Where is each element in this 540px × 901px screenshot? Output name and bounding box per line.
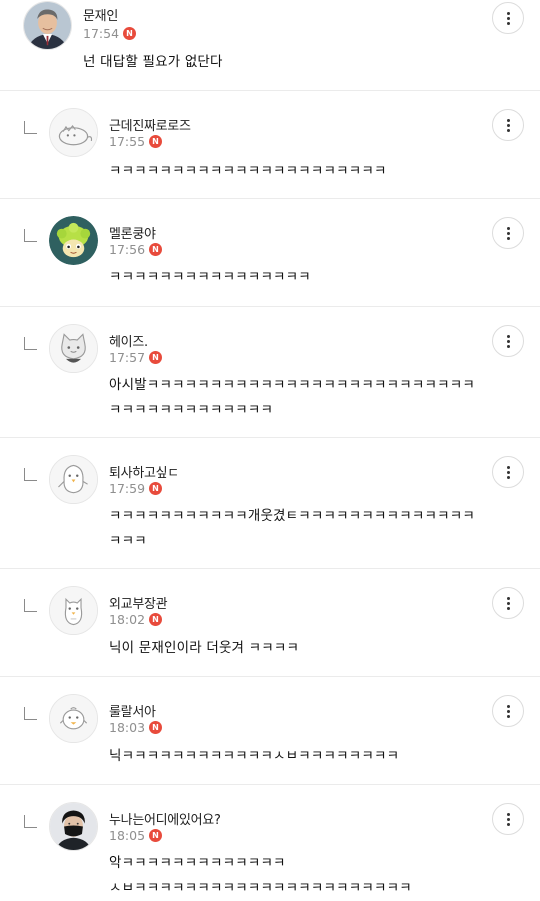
comment-nickname[interactable]: 누나는어디에있어요? [109,809,221,828]
comment-nickname[interactable]: 근데진짜로로즈 [109,115,191,134]
comment-time: 17:59 [109,481,146,496]
comment-time: 18:03 [109,720,146,735]
comment-item: 룰랄서아 18:03 N 닉ㅋㅋㅋㅋㅋㅋㅋㅋㅋㅋㅋㅋㅅㅂㅋㅋㅋㅋㅋㅋㅋㅋ [0,677,540,785]
reply-arrow-icon [24,815,37,828]
avatar[interactable] [49,802,98,851]
gray-penguin-icon [50,456,97,503]
comment-nickname[interactable]: 멜론쿵야 [109,223,156,242]
more-options-button[interactable] [492,217,524,249]
comment-meta: 18:02 N [109,612,163,627]
comment-nickname[interactable]: 퇴사하고싶ㄷ [109,462,179,481]
more-options-button[interactable] [492,803,524,835]
new-badge-icon: N [149,243,163,256]
comment-text: 아시발ㅋㅋㅋㅋㅋㅋㅋㅋㅋㅋㅋㅋㅋㅋㅋㅋㅋㅋㅋㅋㅋㅋㅋㅋㅋㅋ ㅋㅋㅋㅋㅋㅋㅋㅋㅋㅋ… [109,377,475,418]
gray-bird-icon [50,587,97,634]
comment-item: 누나는어디에있어요? 18:05 N 악ㅋㅋㅋㅋㅋㅋㅋㅋㅋㅋㅋㅋㅋ ㅅㅂㅋㅋㅋㅋ… [0,785,540,896]
reply-arrow-icon [24,337,37,350]
gray-chick-icon [50,695,97,742]
comment-nickname[interactable]: 헤이즈. [109,331,148,350]
photo-man-suit-icon [24,2,71,49]
reply-arrow-icon [24,229,37,242]
avatar[interactable] [49,694,98,743]
avatar[interactable] [49,324,98,373]
comment-time: 18:05 [109,828,146,843]
new-badge-icon: N [149,829,163,842]
comment-meta: 17:57 N [109,350,163,365]
comment-nickname[interactable]: 문재인 [83,5,118,24]
comment-meta: 17:54 N [83,26,137,41]
comment-time: 17:57 [109,350,146,365]
new-badge-icon: N [123,27,137,40]
comment-text: ㅋㅋㅋㅋㅋㅋㅋㅋㅋㅋㅋ개웃겼ㅌㅋㅋㅋㅋㅋㅋㅋㅋㅋㅋㅋㅋㅋㅋ ㅋㅋㅋ [109,508,475,549]
new-badge-icon: N [149,613,163,626]
avatar[interactable] [49,586,98,635]
comment-text: 넌 대답할 필요가 없단다 [83,54,223,70]
comment-meta: 18:03 N [109,720,163,735]
new-badge-icon: N [149,351,163,364]
comment-item: 헤이즈. 17:57 N 아시발ㅋㅋㅋㅋㅋㅋㅋㅋㅋㅋㅋㅋㅋㅋㅋㅋㅋㅋㅋㅋㅋㅋㅋㅋ… [0,307,540,438]
more-options-button[interactable] [492,695,524,727]
comment-meta: 17:56 N [109,242,163,257]
more-options-button[interactable] [492,2,524,34]
reply-arrow-icon [24,707,37,720]
melon-kungya-icon [49,216,98,265]
reply-arrow-icon [24,121,37,134]
comment-text: 악ㅋㅋㅋㅋㅋㅋㅋㅋㅋㅋㅋㅋㅋ ㅅㅂㅋㅋㅋㅋㅋㅋㅋㅋㅋㅋㅋㅋㅋㅋㅋㅋㅋㅋㅋㅋㅋㅋ [109,855,412,896]
comment-time: 17:54 [83,26,120,41]
more-options-button[interactable] [492,456,524,488]
reply-arrow-icon [24,468,37,481]
comment-item: 문재인 17:54 N 넌 대답할 필요가 없단다 [0,0,540,91]
photo-man-mask-icon [50,803,97,850]
new-badge-icon: N [149,721,163,734]
comment-nickname[interactable]: 룰랄서아 [109,701,156,720]
comment-meta: 17:55 N [109,134,163,149]
comment-item: 멜론쿵야 17:56 N ㅋㅋㅋㅋㅋㅋㅋㅋㅋㅋㅋㅋㅋㅋㅋㅋ [0,199,540,307]
new-badge-icon: N [149,135,163,148]
comment-time: 17:56 [109,242,146,257]
gray-creature-icon [50,109,97,156]
gray-cat-icon [50,325,97,372]
avatar[interactable] [49,216,98,265]
comment-text: 닉이 문재인이라 더웃겨 ㅋㅋㅋㅋ [109,640,300,656]
comment-item: 퇴사하고싶ㄷ 17:59 N ㅋㅋㅋㅋㅋㅋㅋㅋㅋㅋㅋ개웃겼ㅌㅋㅋㅋㅋㅋㅋㅋㅋㅋㅋ… [0,438,540,569]
comment-item: 근데진짜로로즈 17:55 N ㅋㅋㅋㅋㅋㅋㅋㅋㅋㅋㅋㅋㅋㅋㅋㅋㅋㅋㅋㅋㅋㅋ [0,91,540,199]
more-options-button[interactable] [492,109,524,141]
comment-nickname[interactable]: 외교부장관 [109,593,168,612]
comment-time: 17:55 [109,134,146,149]
comment-item: 외교부장관 18:02 N 닉이 문재인이라 더웃겨 ㅋㅋㅋㅋ [0,569,540,677]
comment-text: ㅋㅋㅋㅋㅋㅋㅋㅋㅋㅋㅋㅋㅋㅋㅋㅋㅋㅋㅋㅋㅋㅋ [109,163,387,179]
reply-arrow-icon [24,599,37,612]
comment-text: 닉ㅋㅋㅋㅋㅋㅋㅋㅋㅋㅋㅋㅋㅅㅂㅋㅋㅋㅋㅋㅋㅋㅋ [109,748,400,764]
avatar[interactable] [49,108,98,157]
comment-time: 18:02 [109,612,146,627]
new-badge-icon: N [149,482,163,495]
avatar[interactable] [23,1,72,50]
more-options-button[interactable] [492,587,524,619]
avatar[interactable] [49,455,98,504]
comment-meta: 17:59 N [109,481,163,496]
comment-text: ㅋㅋㅋㅋㅋㅋㅋㅋㅋㅋㅋㅋㅋㅋㅋㅋ [109,269,311,285]
comment-meta: 18:05 N [109,828,163,843]
more-options-button[interactable] [492,325,524,357]
